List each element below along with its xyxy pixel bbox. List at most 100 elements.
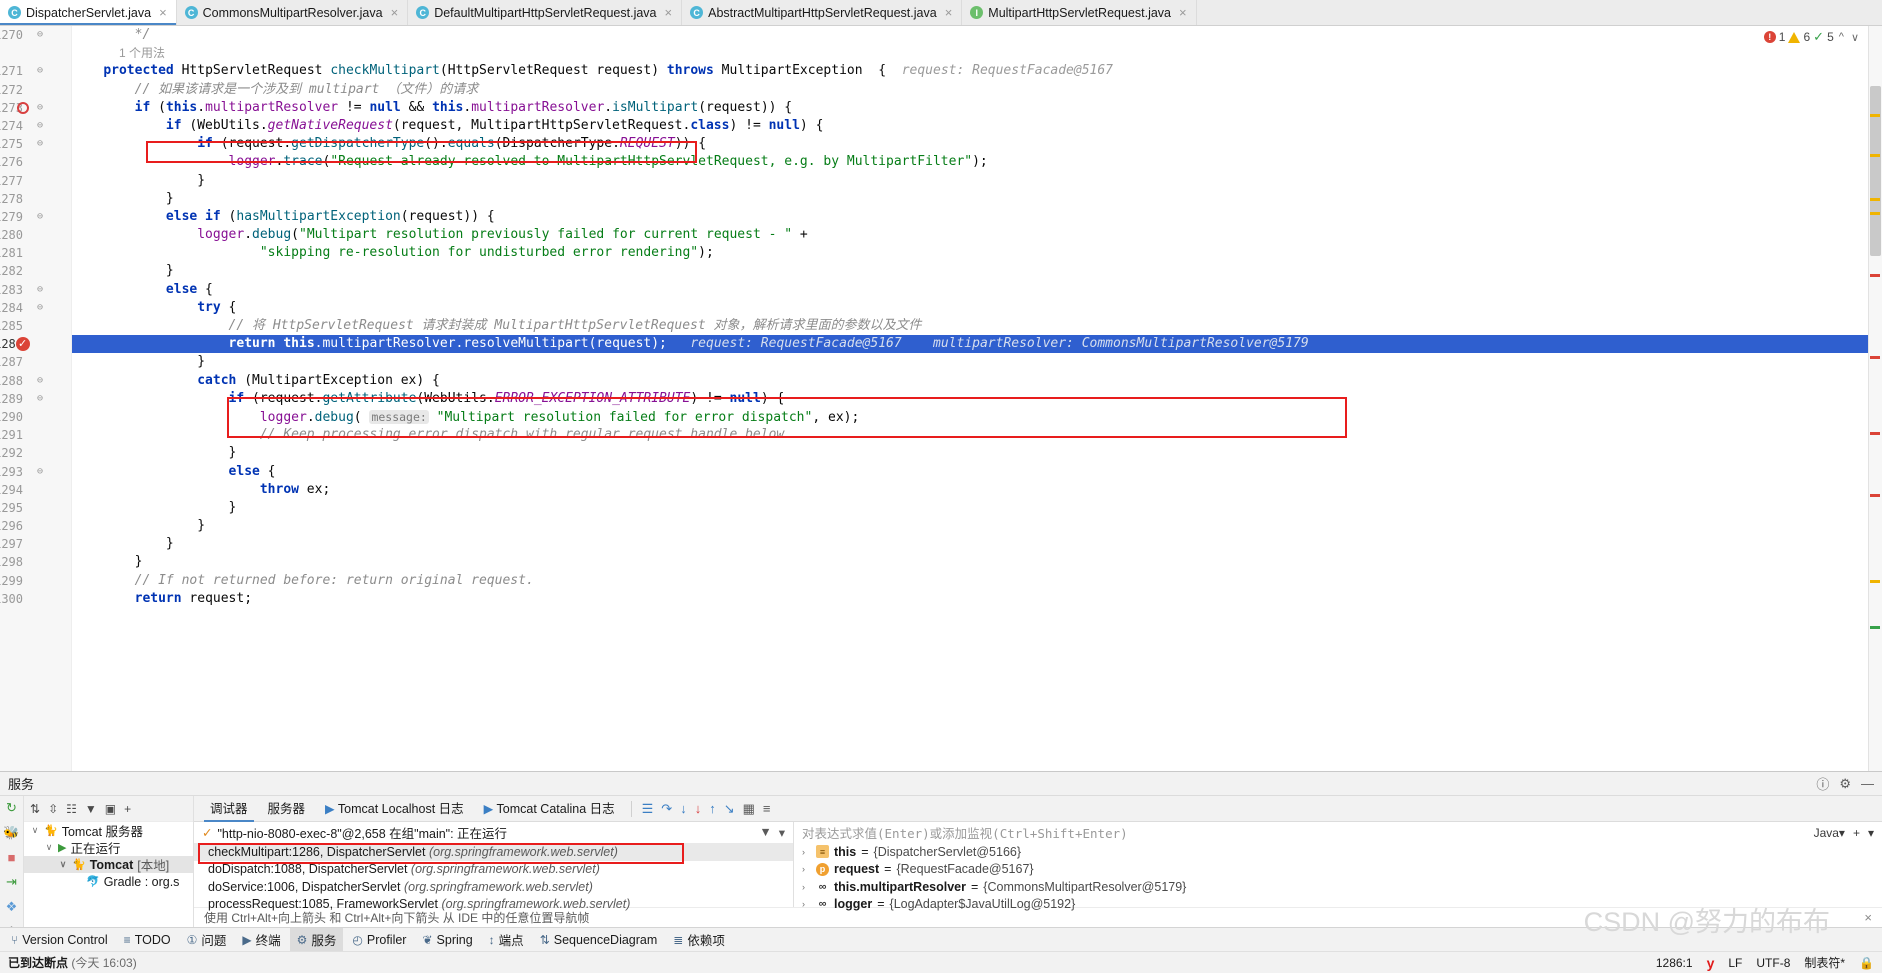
fold-icon[interactable]: ⊖ — [35, 211, 45, 222]
gutter-line[interactable]: 1274 ⊖ — [0, 117, 71, 135]
stack-frame-row[interactable]: doService:1006, DispatcherServlet (org.s… — [194, 878, 793, 896]
gutter-line[interactable]: 1276 — [0, 153, 71, 171]
scrollbar-thumb[interactable] — [1870, 86, 1881, 256]
code-line[interactable]: return request; — [72, 590, 1882, 608]
code-line[interactable]: logger.debug("Multipart resolution previ… — [72, 226, 1882, 244]
code-line[interactable]: else { — [72, 463, 1882, 481]
code-line[interactable]: catch (MultipartException ex) { — [72, 372, 1882, 390]
gutter-line[interactable]: 1277 — [0, 172, 71, 190]
gutter-line[interactable]: 1270 ⊖ — [0, 26, 71, 44]
services-tree-item[interactable]: ∨ ▶ 正在运行 — [24, 839, 193, 856]
close-icon[interactable]: × — [159, 5, 167, 20]
variable-row[interactable]: › p request = {RequestFacade@5167} — [794, 861, 1882, 879]
gutter-line[interactable]: 1300 — [0, 590, 71, 608]
code-pane[interactable]: */ 1 个用法 protected HttpServletRequest ch… — [72, 26, 1882, 771]
frames-panel[interactable]: ✓ "http-nio-8080-exec-8"@2,658 在组"main":… — [194, 822, 794, 911]
debug-icon[interactable]: 🐝 — [3, 825, 19, 841]
next-problem-icon[interactable]: ∨ — [1849, 31, 1861, 44]
variable-row[interactable]: › ≡ this = {DispatcherServlet@5166} — [794, 843, 1882, 861]
line-separator[interactable]: LF — [1728, 956, 1742, 970]
code-line[interactable]: } — [72, 499, 1882, 517]
code-line[interactable]: // If not returned before: return origin… — [72, 572, 1882, 590]
gutter-line[interactable]: 1296 — [0, 517, 71, 535]
twisty-icon[interactable]: ∨ — [30, 825, 40, 836]
yandex-icon[interactable]: y — [1707, 955, 1715, 971]
code-line[interactable]: } — [72, 517, 1882, 535]
fold-icon[interactable]: ⊖ — [35, 102, 45, 113]
code-line[interactable]: } — [72, 353, 1882, 371]
debugger-tab[interactable]: ▶ Tomcat Catalina 日志 — [474, 796, 625, 822]
code-line[interactable]: if (request.getDispatcherType().equals(D… — [72, 135, 1882, 153]
code-line[interactable]: if (this.multipartResolver != null && th… — [72, 99, 1882, 117]
gutter-line[interactable]: 1283 ⊖ — [0, 281, 71, 299]
gutter-line[interactable]: 1272 — [0, 81, 71, 99]
code-line[interactable]: 1 个用法 — [72, 44, 1882, 62]
variable-row[interactable]: › ∞ this.multipartResolver = {CommonsMultipa… — [794, 878, 1882, 896]
gutter-line[interactable] — [0, 44, 71, 62]
inspection-widget[interactable]: ! 1 6 ✓ 5 ^ ∨ — [1760, 29, 1864, 45]
services-tree-item[interactable]: 🐬 Gradle : org.s — [24, 873, 193, 890]
fold-icon[interactable]: ⊖ — [35, 284, 45, 295]
breakpoint-hit-icon[interactable] — [16, 335, 30, 353]
tool-window-button[interactable]: ⚙ 服务 — [289, 928, 344, 951]
twisty-icon[interactable]: › — [802, 899, 811, 909]
rerun-icon[interactable]: ↻ — [4, 800, 20, 816]
code-text[interactable]: */ 1 个用法 protected HttpServletRequest ch… — [72, 26, 1882, 608]
debugger-tab[interactable]: 调试器 — [200, 796, 258, 822]
gutter-line[interactable]: 1299 — [0, 572, 71, 590]
language-selector[interactable]: Java▾ — [1814, 826, 1845, 840]
hide-icon[interactable]: — — [1861, 776, 1874, 791]
step-into-icon[interactable]: ↓ — [676, 801, 691, 816]
fold-icon[interactable]: ⊖ — [35, 139, 45, 149]
stop-icon[interactable]: ■ — [4, 850, 20, 865]
settings-icon[interactable]: ❖ — [4, 899, 20, 915]
help-icon[interactable]: ⓘ — [1816, 774, 1829, 793]
gutter-line[interactable]: 1291 — [0, 426, 71, 444]
gutter-line[interactable]: 1287 — [0, 353, 71, 371]
fold-icon[interactable]: ⊖ — [35, 120, 45, 131]
editor-tab[interactable]: C DispatcherServlet.java × — [0, 0, 177, 25]
gutter-line[interactable]: 1281 — [0, 244, 71, 262]
tool-window-button[interactable]: ↕ 端点 — [482, 928, 531, 951]
chevron-down-icon[interactable]: ▾ — [779, 825, 785, 840]
collapse-all-icon[interactable]: ⇅ — [30, 802, 40, 816]
gutter-line[interactable]: 1290 — [0, 408, 71, 426]
fold-icon[interactable]: ⊖ — [35, 302, 45, 313]
gutter-line[interactable]: 1286 — [0, 335, 71, 353]
gutter-line[interactable]: 1294 — [0, 481, 71, 499]
gutter-line[interactable]: 1285 — [0, 317, 71, 335]
twisty-icon[interactable]: › — [802, 864, 811, 874]
chevron-down-icon[interactable]: ▾ — [1868, 826, 1874, 840]
tool-window-button[interactable]: ≣ 依赖项 — [666, 928, 732, 951]
previous-problem-icon[interactable]: ^ — [1837, 31, 1846, 43]
debugger-tab[interactable]: 服务器 — [258, 796, 316, 822]
gutter-line[interactable]: 1278 — [0, 190, 71, 208]
twisty-icon[interactable]: ∨ — [44, 842, 54, 853]
lock-icon[interactable]: 🔒 — [1859, 956, 1874, 970]
code-line[interactable]: } — [72, 535, 1882, 553]
tool-window-button[interactable]: ≡ TODO — [117, 931, 178, 949]
code-line[interactable]: } — [72, 553, 1882, 571]
debugger-tab[interactable]: ▶ Tomcat Localhost 日志 — [315, 796, 474, 822]
gutter-line[interactable]: 1279 ⊖ — [0, 208, 71, 226]
fold-icon[interactable]: ⊖ — [35, 66, 45, 76]
code-line[interactable]: try { — [72, 299, 1882, 317]
filter-icon[interactable]: ▼ — [759, 825, 771, 840]
tool-window-button[interactable]: ❦ Spring — [415, 931, 479, 949]
group-icon[interactable]: ☷ — [66, 802, 77, 816]
stack-frame-row[interactable]: doDispatch:1088, DispatcherServlet (org.… — [194, 861, 793, 879]
stack-frame-row[interactable]: checkMultipart:1286, DispatcherServlet (… — [194, 843, 793, 861]
code-line[interactable]: } — [72, 190, 1882, 208]
code-line[interactable]: else { — [72, 281, 1882, 299]
code-line-current[interactable]: return this.multipartResolver.resolveMul… — [72, 335, 1882, 354]
analysis-scrollbar[interactable] — [1868, 26, 1882, 771]
gutter-line[interactable]: 1295 — [0, 499, 71, 517]
code-line[interactable]: throw ex; — [72, 481, 1882, 499]
gutter-line[interactable]: 1293 ⊖ — [0, 463, 71, 481]
gutter-line[interactable]: 1292 — [0, 444, 71, 462]
services-tree-item[interactable]: ∨ 🐈 Tomcat 服务器 — [24, 822, 193, 839]
twisty-icon[interactable]: › — [802, 847, 811, 857]
add-icon[interactable]: + — [124, 802, 131, 816]
close-icon[interactable]: × — [945, 5, 953, 20]
expand-all-icon[interactable]: ⇳ — [48, 802, 58, 816]
